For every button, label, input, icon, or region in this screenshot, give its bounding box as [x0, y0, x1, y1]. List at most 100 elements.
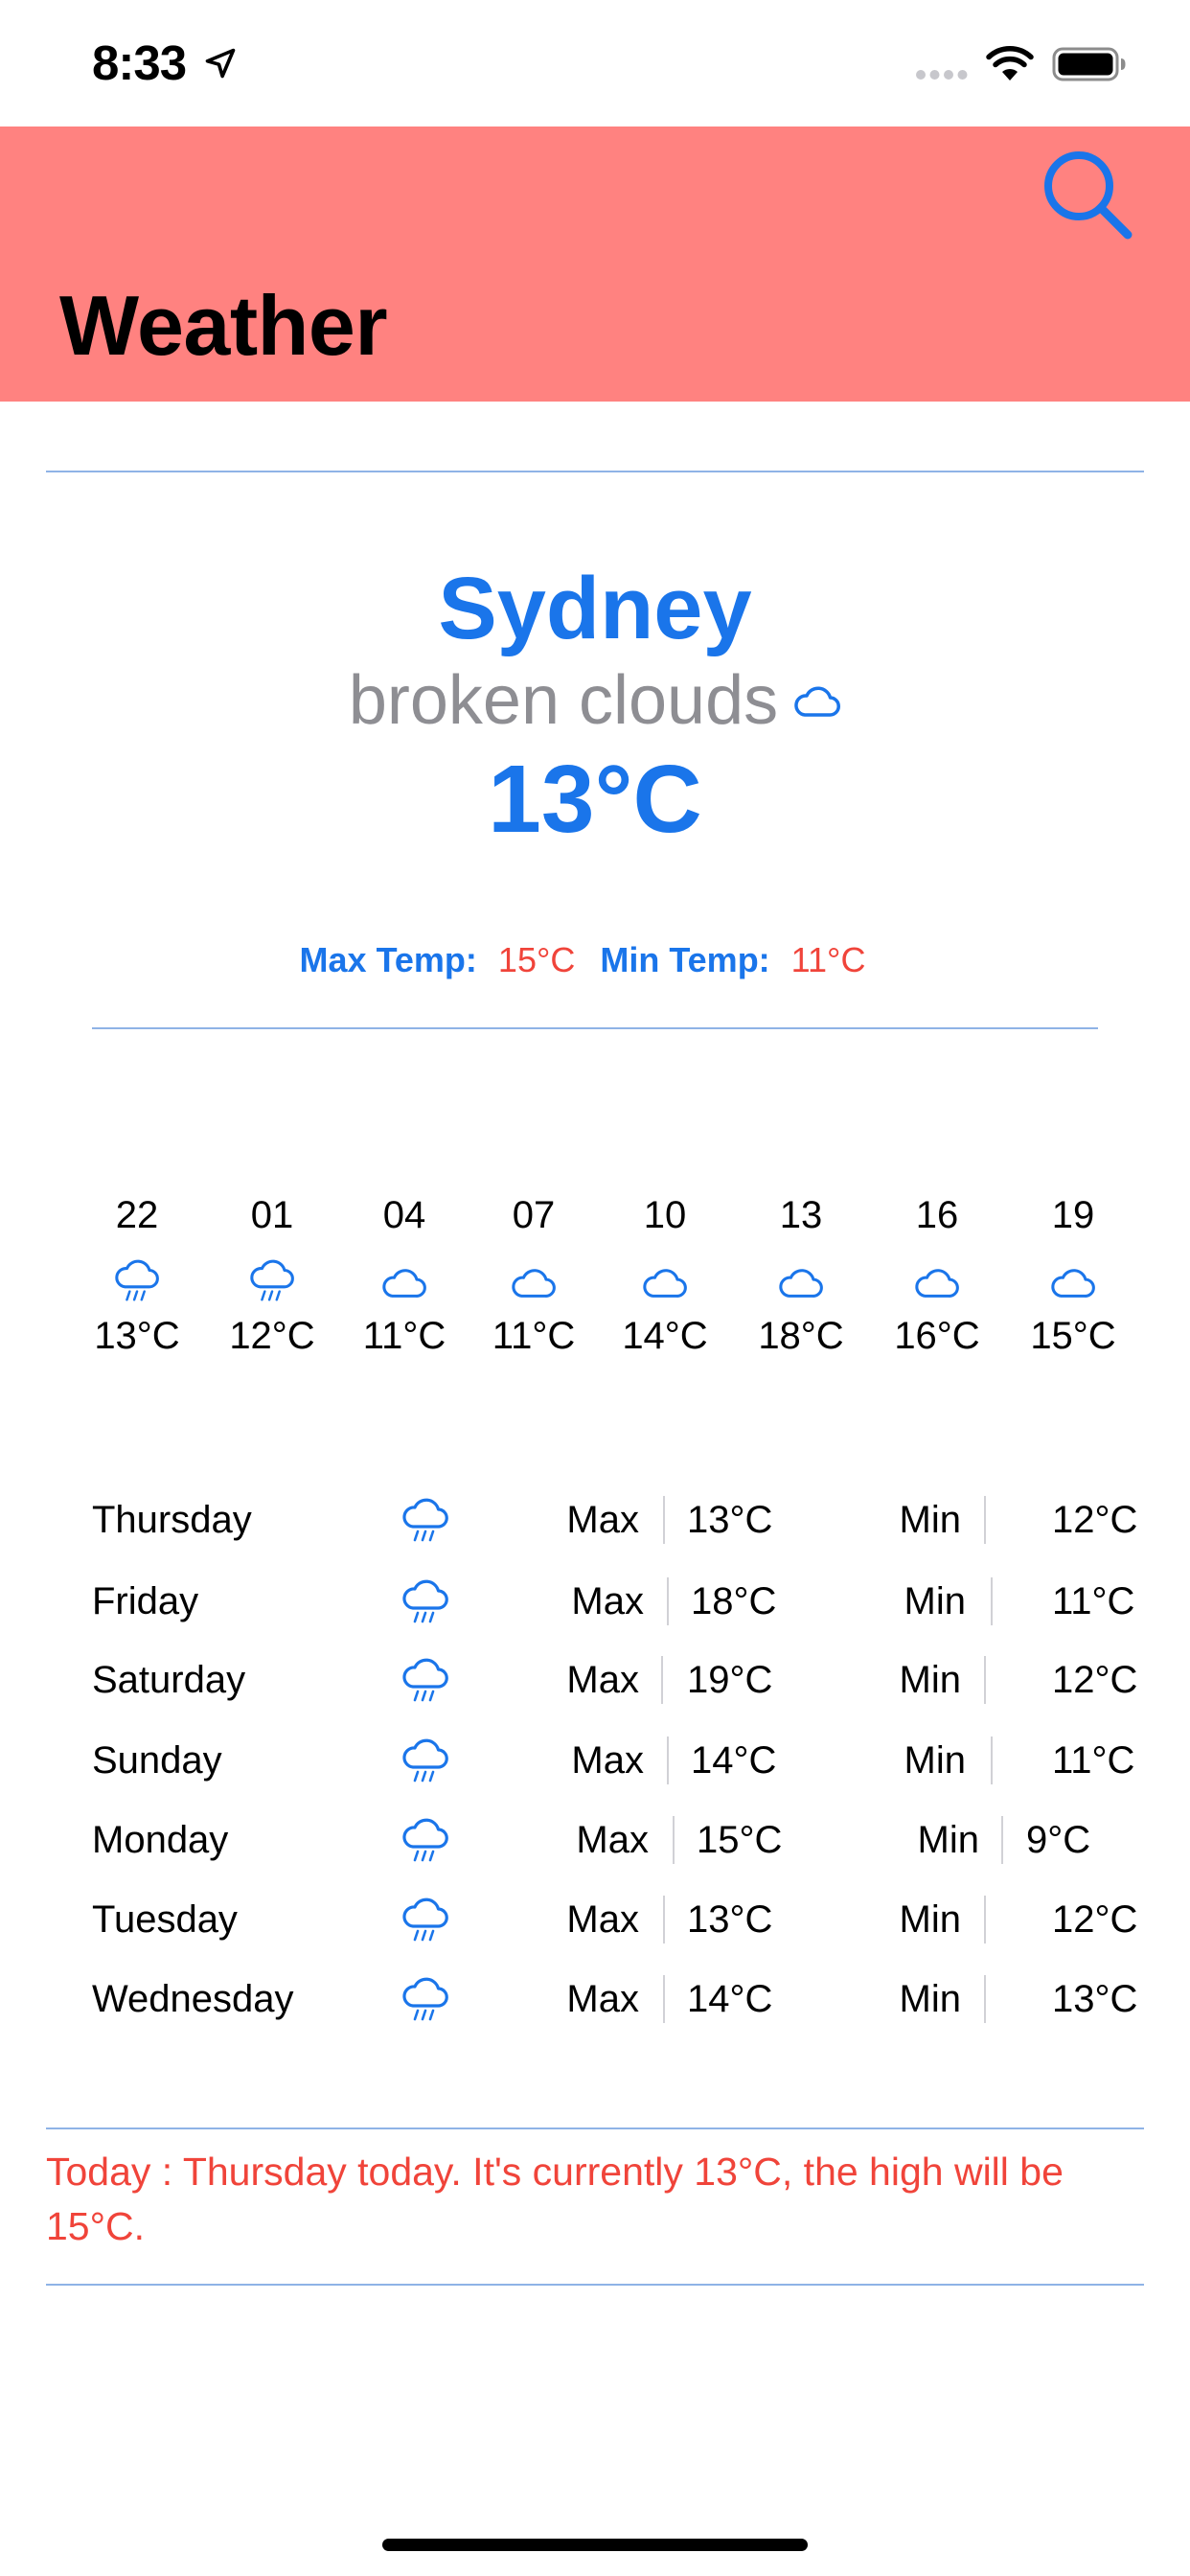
cloud-icon — [794, 686, 841, 717]
min-label: Min — [899, 1499, 961, 1541]
current-conditions: broken clouds — [0, 661, 1190, 740]
max-label: Max — [576, 1819, 649, 1861]
max-value: 14°C — [691, 1739, 777, 1782]
cellular-signal-icon — [916, 70, 968, 80]
min-value: 12°C — [1052, 1659, 1138, 1701]
hour-temperature: 13°C — [94, 1315, 180, 1357]
min-value: 9°C — [1026, 1819, 1091, 1861]
max-value: 14°C — [687, 1978, 773, 2020]
column-separator — [1001, 1816, 1003, 1864]
search-icon[interactable] — [1037, 144, 1136, 243]
hourly-item: 04 11°C — [342, 1188, 467, 1363]
min-label: Min — [899, 1898, 961, 1941]
daily-row: Thursday Max 13°C Min 12°C — [0, 1486, 1190, 1553]
hour-temperature: 16°C — [894, 1315, 980, 1357]
rain-icon — [402, 1738, 448, 1782]
min-temp-value: 11°C — [790, 940, 866, 979]
daily-row: Sunday Max 14°C Min 11°C — [0, 1727, 1190, 1794]
hour-label: 04 — [382, 1194, 426, 1236]
day-name: Monday — [92, 1819, 229, 1861]
city-name: Sydney — [438, 560, 752, 657]
rain-icon — [402, 1579, 448, 1623]
min-label: Min — [899, 1659, 961, 1701]
hour-temperature: 15°C — [1030, 1315, 1116, 1357]
max-value: 13°C — [687, 1499, 773, 1541]
hour-temperature: 18°C — [758, 1315, 844, 1357]
column-separator — [663, 1975, 665, 2023]
column-separator — [673, 1816, 675, 1864]
column-separator — [984, 1975, 986, 2023]
battery-icon — [1052, 47, 1126, 81]
day-name: Friday — [92, 1580, 199, 1622]
hour-label: 10 — [643, 1194, 687, 1236]
max-temp-value: 15°C — [497, 940, 576, 979]
column-separator — [663, 1496, 665, 1544]
min-max-summary: Max Temp: 15°C Min Temp: 11°C — [0, 937, 1190, 983]
rain-icon — [402, 1977, 448, 2021]
hour-label: 16 — [915, 1194, 959, 1236]
min-temp-label: Min Temp: — [600, 940, 770, 979]
daily-row: Friday Max 18°C Min 11°C — [0, 1568, 1190, 1635]
min-label: Min — [917, 1819, 979, 1861]
daily-row: Saturday Max 19°C Min 12°C — [0, 1646, 1190, 1714]
column-separator — [991, 1577, 993, 1625]
rain-icon — [402, 1818, 448, 1862]
hour-label: 22 — [115, 1194, 159, 1236]
max-value: 13°C — [687, 1898, 773, 1941]
hour-label: 01 — [250, 1194, 294, 1236]
min-label: Min — [904, 1580, 966, 1622]
hourly-item: 19 15°C — [1011, 1188, 1135, 1363]
max-label: Max — [566, 1659, 639, 1701]
wifi-icon — [986, 46, 1034, 80]
column-separator — [991, 1736, 993, 1784]
min-label: Min — [904, 1739, 966, 1782]
hourly-item: 22 13°C — [75, 1188, 199, 1363]
hourly-item: 10 14°C — [603, 1188, 727, 1363]
max-label: Max — [566, 1898, 639, 1941]
hour-temperature: 11°C — [492, 1315, 576, 1357]
rain-icon — [402, 1658, 448, 1702]
home-indicator[interactable] — [382, 2539, 808, 2551]
hour-temperature: 11°C — [362, 1315, 446, 1357]
conditions-text: broken clouds — [348, 662, 779, 739]
status-time: 8:33 — [92, 35, 187, 90]
hour-temperature: 12°C — [229, 1315, 315, 1357]
rain-icon — [115, 1259, 159, 1301]
max-temp-label: Max Temp: — [299, 940, 477, 979]
max-value: 15°C — [697, 1819, 783, 1861]
hour-temperature: 14°C — [622, 1315, 708, 1357]
min-value: 11°C — [1052, 1739, 1135, 1782]
column-separator — [667, 1736, 669, 1784]
status-bar: 8:33 — [0, 0, 1190, 126]
cloud-icon — [779, 1269, 823, 1298]
max-label: Max — [566, 1499, 639, 1541]
min-value: 12°C — [1052, 1499, 1138, 1541]
cloud-icon — [1051, 1269, 1095, 1298]
divider-current — [92, 1027, 1098, 1029]
today-summary: Today : Thursday today. It's currently 1… — [46, 2150, 1064, 2248]
column-separator — [667, 1577, 669, 1625]
hour-label: 19 — [1051, 1194, 1095, 1236]
rain-icon — [250, 1259, 294, 1301]
min-value: 13°C — [1052, 1978, 1138, 2020]
max-label: Max — [571, 1580, 644, 1622]
divider-top — [46, 471, 1144, 472]
min-value: 11°C — [1052, 1580, 1135, 1622]
day-name: Wednesday — [92, 1978, 294, 2020]
max-label: Max — [566, 1978, 639, 2020]
cloud-icon — [382, 1269, 426, 1298]
divider-summary-bottom — [46, 2284, 1144, 2286]
min-value: 12°C — [1052, 1898, 1138, 1941]
hourly-item: 16 16°C — [875, 1188, 999, 1363]
rain-icon — [402, 1498, 448, 1542]
column-separator — [984, 1496, 986, 1544]
day-name: Tuesday — [92, 1898, 238, 1941]
day-name: Saturday — [92, 1659, 246, 1701]
column-separator — [661, 1656, 663, 1704]
day-name: Thursday — [92, 1499, 252, 1541]
current-temperature: 13°C — [488, 746, 702, 853]
column-separator — [984, 1896, 986, 1944]
max-label: Max — [571, 1739, 644, 1782]
rain-icon — [402, 1898, 448, 1942]
hourly-item: 01 12°C — [210, 1188, 334, 1363]
